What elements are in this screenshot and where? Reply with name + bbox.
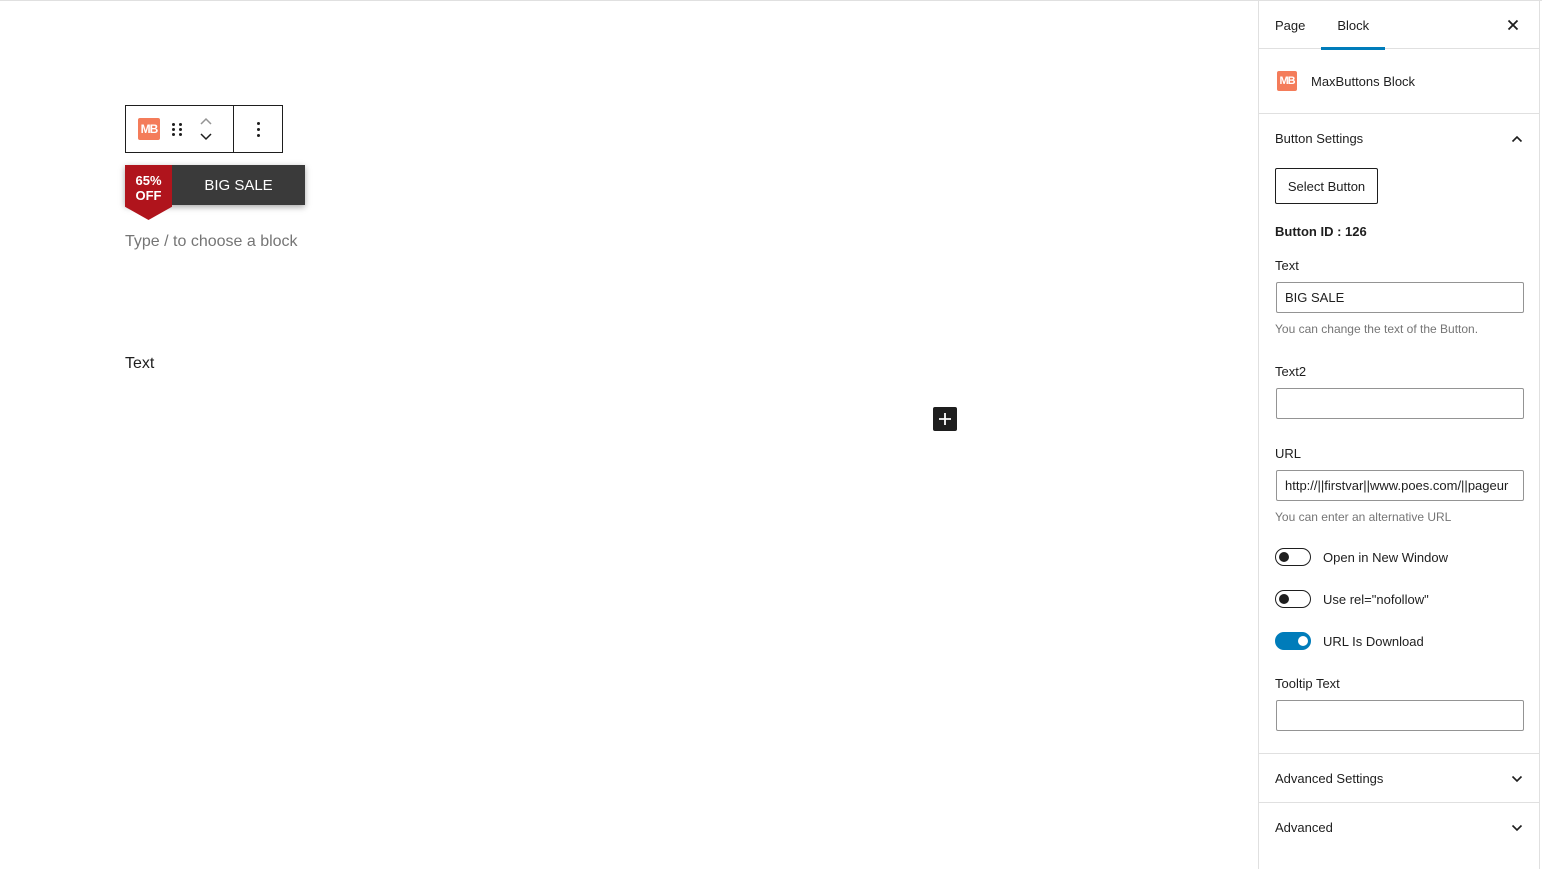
advanced-settings-panel: Advanced Settings — [1259, 754, 1539, 803]
text-help: You can change the text of the Button. — [1275, 322, 1479, 336]
block-card: MB MaxButtons Block — [1259, 49, 1539, 114]
advanced-toggle[interactable]: Advanced — [1259, 803, 1539, 851]
new-window-label: Open in New Window — [1323, 549, 1448, 565]
drag-handle-icon[interactable] — [172, 121, 182, 137]
block-toolbar: MB — [125, 105, 283, 153]
text-block[interactable]: Text — [125, 355, 154, 373]
url-field[interactable] — [1276, 470, 1524, 501]
nofollow-toggle[interactable] — [1275, 590, 1311, 608]
url-label: URL — [1275, 446, 1302, 461]
text2-label: Text2 — [1275, 364, 1307, 379]
block-placeholder[interactable]: Type / to choose a block — [125, 233, 298, 251]
button-id: Button ID : 126 — [1275, 224, 1367, 239]
new-window-toggle[interactable] — [1275, 548, 1311, 566]
panel-title: Advanced — [1275, 819, 1333, 835]
chevron-down-icon — [1511, 771, 1523, 786]
nofollow-row: Use rel="nofollow" — [1275, 590, 1523, 608]
sale-button[interactable]: 65% OFF BIG SALE — [125, 165, 305, 220]
panel-title: Advanced Settings — [1275, 770, 1384, 786]
button-settings-toggle[interactable]: Button Settings — [1259, 114, 1539, 162]
sidebar-right-border — [1539, 1, 1540, 869]
new-window-row: Open in New Window — [1275, 548, 1523, 566]
chevron-down-icon[interactable] — [196, 130, 216, 144]
more-vertical-icon[interactable] — [256, 121, 260, 137]
download-toggle[interactable] — [1275, 632, 1311, 650]
tooltip-field[interactable] — [1276, 700, 1524, 731]
tooltip-label: Tooltip Text — [1275, 676, 1340, 691]
tab-block[interactable]: Block — [1321, 1, 1385, 50]
sale-badge-off: OFF — [135, 188, 162, 203]
block-inserter-button[interactable] — [933, 407, 957, 431]
toolbar-options-group — [234, 106, 282, 152]
text2-field[interactable] — [1276, 388, 1524, 419]
chevron-up-icon — [1511, 131, 1523, 146]
sale-badge: 65% OFF — [125, 165, 172, 220]
chevron-down-icon — [1511, 820, 1523, 835]
nofollow-label: Use rel="nofollow" — [1323, 591, 1429, 607]
tab-page[interactable]: Page — [1259, 1, 1321, 49]
button-settings-panel: Button Settings Select Button Button ID … — [1259, 114, 1539, 754]
panel-title: Button Settings — [1275, 130, 1364, 146]
sale-button-label: BIG SALE — [204, 176, 273, 194]
close-icon[interactable] — [1503, 15, 1523, 35]
maxbuttons-block-icon[interactable]: MB — [138, 118, 160, 140]
button-settings-body: Select Button Button ID : 126 Text You c… — [1259, 162, 1539, 753]
advanced-panel: Advanced — [1259, 803, 1539, 851]
advanced-settings-toggle[interactable]: Advanced Settings — [1259, 754, 1539, 802]
plus-icon — [939, 413, 951, 425]
settings-sidebar: Page Block MB MaxButtons Block Button Se… — [1258, 1, 1539, 869]
toolbar-block-group: MB — [126, 106, 234, 152]
select-button[interactable]: Select Button — [1275, 168, 1378, 204]
download-label: URL Is Download — [1323, 633, 1424, 649]
url-help: You can enter an alternative URL — [1275, 510, 1452, 524]
block-card-title: MaxButtons Block — [1311, 73, 1416, 89]
maxbuttons-icon: MB — [1277, 71, 1297, 91]
sidebar-tabs: Page Block — [1259, 1, 1539, 50]
chevron-up-icon[interactable] — [196, 114, 216, 128]
block-mover — [196, 114, 216, 144]
sale-badge-percent: 65% — [135, 173, 162, 188]
download-row: URL Is Download — [1275, 632, 1523, 650]
text-label: Text — [1275, 258, 1299, 273]
text-field[interactable] — [1276, 282, 1524, 313]
editor-canvas[interactable]: MB 65% OFF BIG SALE Type / to choose a b… — [0, 1, 1258, 869]
